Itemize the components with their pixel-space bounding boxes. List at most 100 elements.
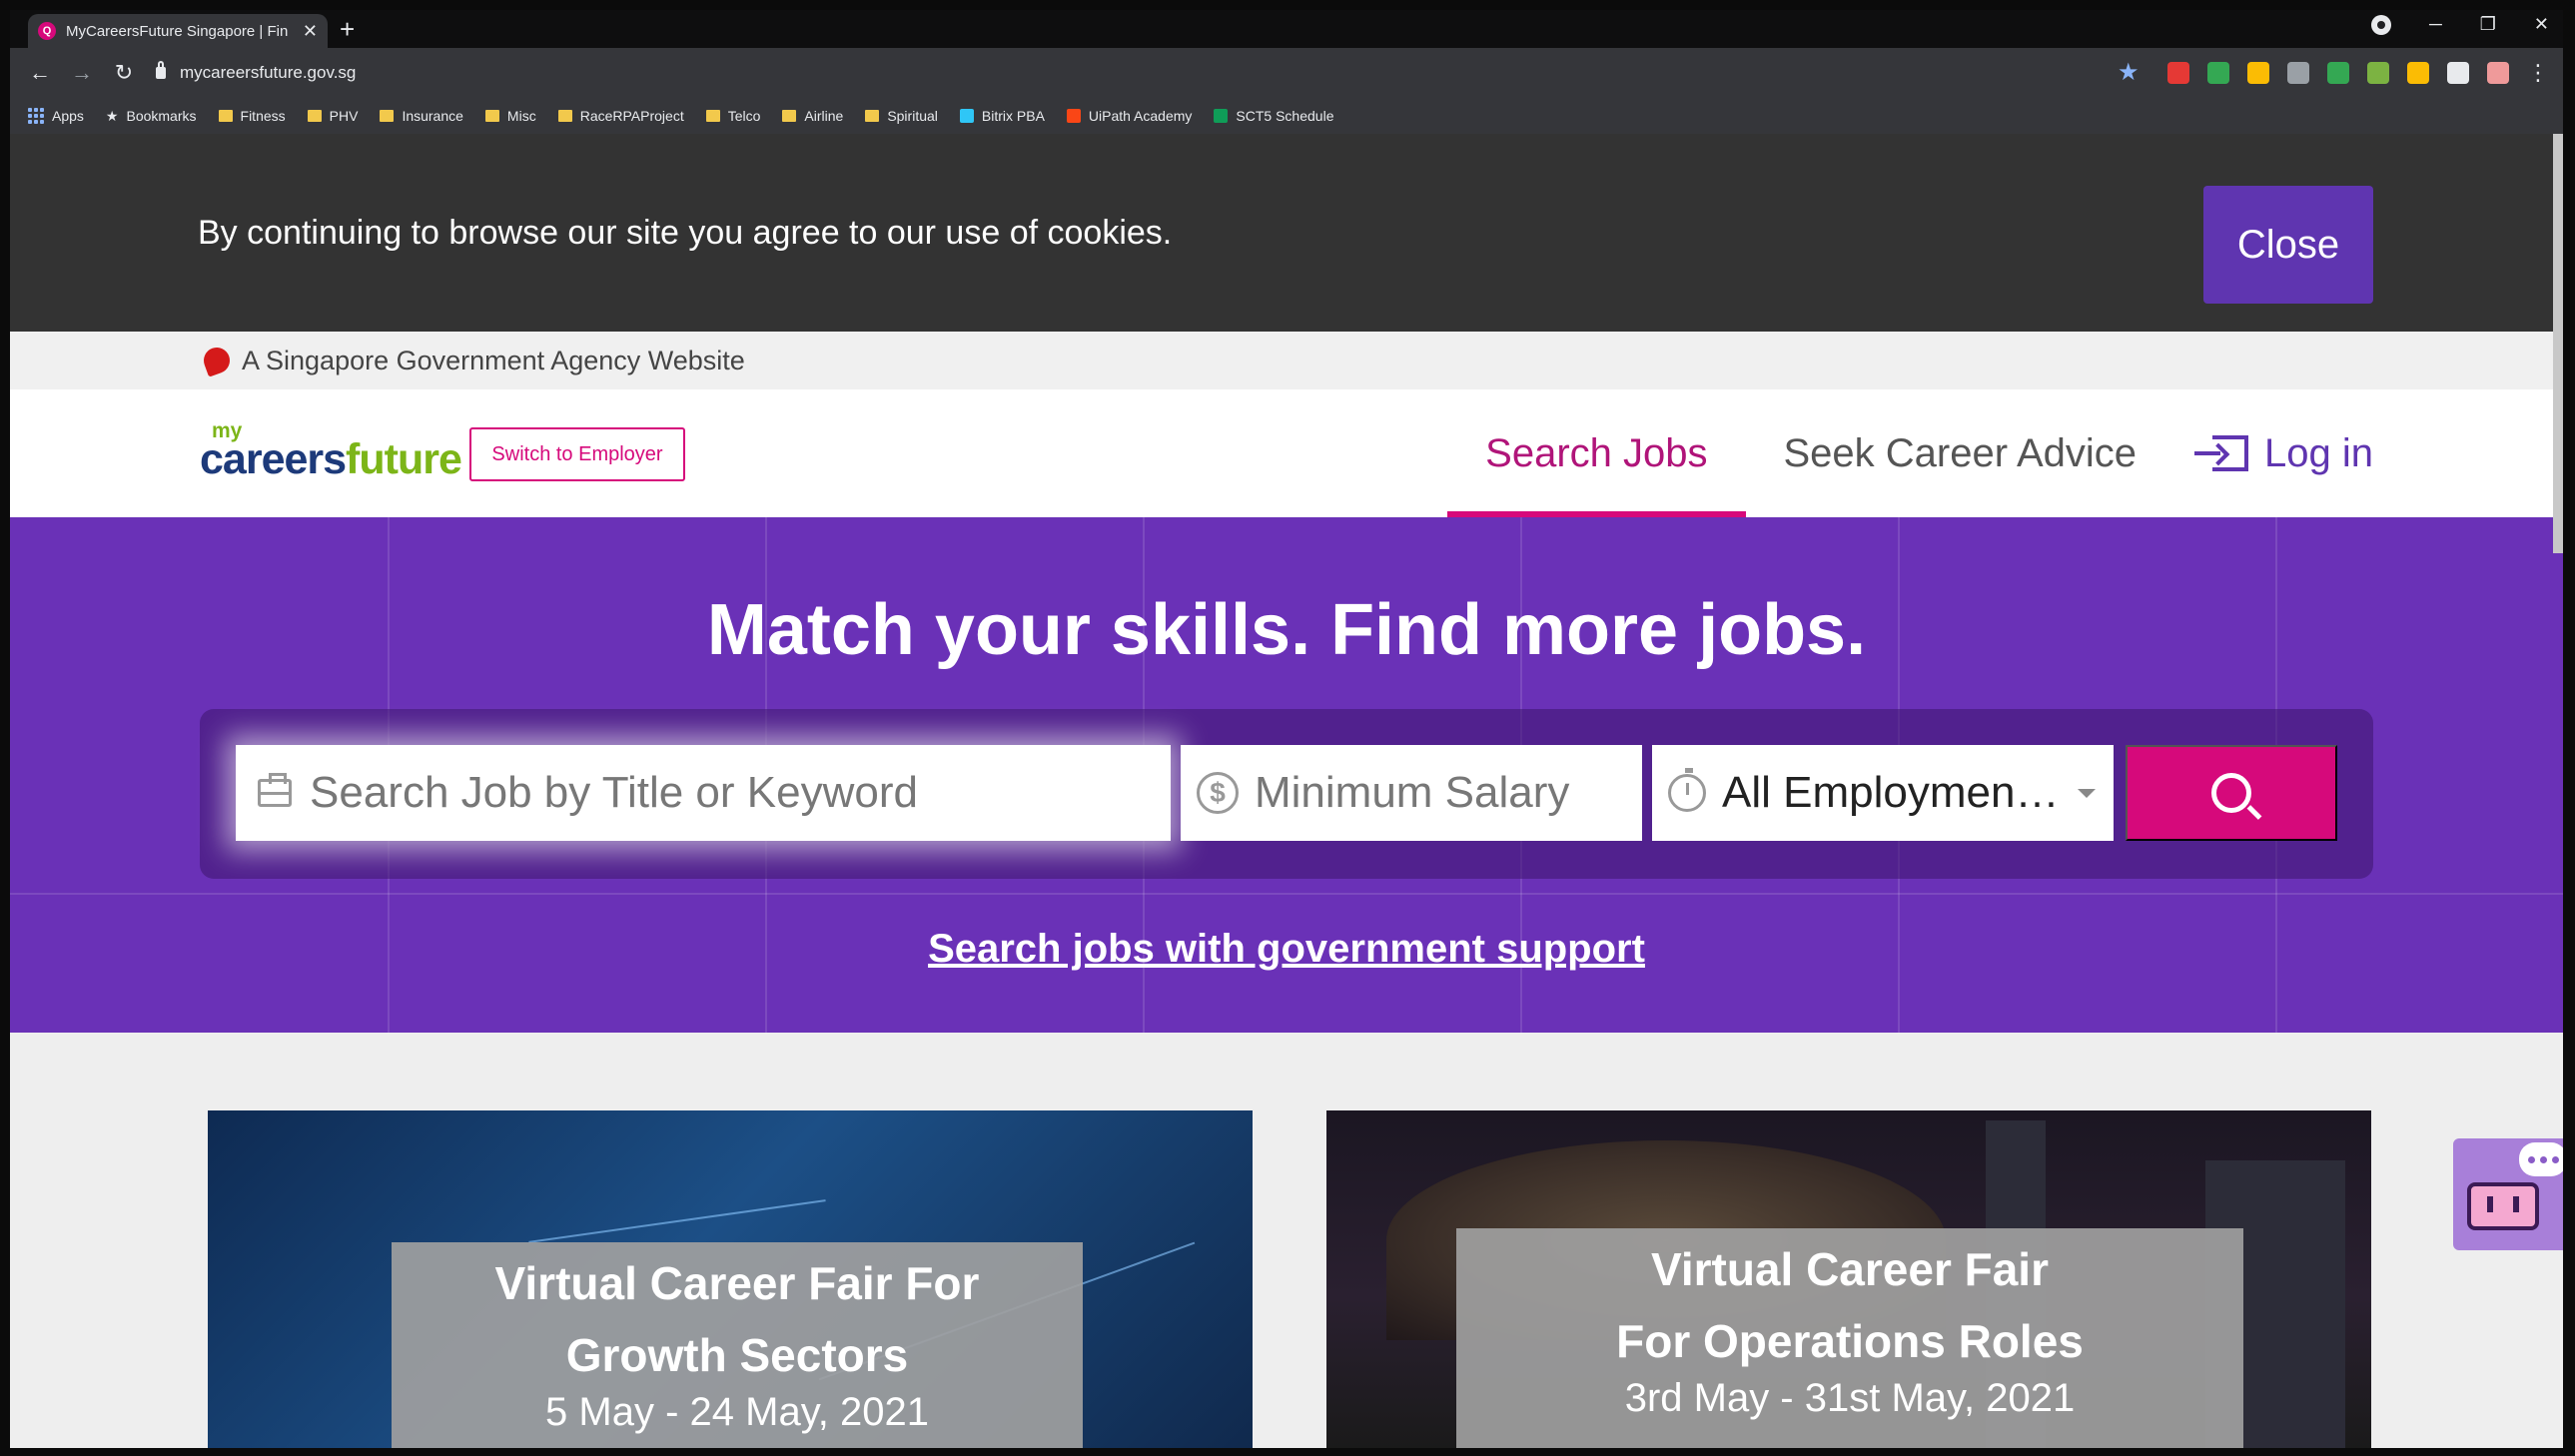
login-label: Log in [2264, 430, 2373, 475]
login-link[interactable]: Log in [2194, 430, 2373, 476]
search-icon [2211, 773, 2251, 813]
bookmark-item[interactable]: Apps [28, 108, 84, 124]
lock-icon[interactable] [156, 61, 166, 79]
close-tab-icon[interactable]: ✕ [303, 22, 318, 40]
logo-careers-text: careers [200, 435, 347, 483]
media-control-icon[interactable] [2371, 14, 2391, 35]
tab-title: MyCareersFuture Singapore | Fin [66, 22, 289, 40]
gov-masthead-text: A Singapore Government Agency Website [242, 345, 745, 375]
dollar-icon: $ [1197, 772, 1239, 814]
card-title-line2: For Operations Roles [1616, 1315, 2084, 1367]
restore-icon[interactable]: ❐ [2480, 14, 2496, 35]
career-fair-card-growth[interactable]: Virtual Career Fair For Growth Sectors 5… [208, 1110, 1253, 1448]
hero-section: Match your skills. Find more jobs. Searc… [10, 517, 2563, 1033]
career-fair-card-operations[interactable]: Virtual Career Fair For Operations Roles… [1326, 1110, 2371, 1448]
minimum-salary-input[interactable]: $ Minimum Salary [1181, 745, 1642, 841]
url-text[interactable]: mycareersfuture.gov.sg [180, 63, 356, 83]
network-graphic [528, 1199, 826, 1243]
switch-to-employer-button[interactable]: Switch to Employer [469, 427, 685, 481]
hero-title: Match your skills. Find more jobs. [706, 590, 1867, 670]
employment-type-select[interactable]: All Employment... [1652, 745, 2114, 841]
back-icon[interactable]: ← [28, 60, 52, 86]
mycareersfuture-favicon-icon: Q [38, 22, 56, 40]
folder-icon [307, 110, 322, 122]
browser-window: Q MyCareersFuture Singapore | Fin ✕ + ─ … [10, 10, 2563, 1448]
web-page: By continuing to browse our site you agr… [10, 134, 2563, 1448]
bookmark-label: Insurance [402, 108, 463, 124]
gov-masthead: A Singapore Government Agency Website [10, 332, 2563, 389]
chevron-down-icon [2078, 788, 2096, 798]
window-controls: ─ ❐ ✕ [2371, 14, 2549, 35]
card-title-line1: Virtual Career Fair For [494, 1257, 980, 1309]
bookmark-item[interactable]: Misc [484, 108, 536, 124]
star-icon: ★ [105, 107, 119, 124]
bookmark-label: Apps [52, 108, 84, 124]
chatbot-launcher[interactable] [2453, 1138, 2563, 1250]
bookmark-star-icon[interactable]: ★ [2118, 58, 2140, 87]
extension-icon[interactable] [2487, 62, 2509, 84]
keyword-placeholder: Search Job by Title or Keyword [310, 768, 918, 817]
nav-seek-career-advice[interactable]: Seek Career Advice [1746, 389, 2175, 517]
bookmark-item[interactable]: SCT5 Schedule [1214, 108, 1333, 124]
bookmark-label: Misc [506, 108, 536, 124]
bookmark-item[interactable]: Insurance [380, 108, 463, 124]
bookmark-label: Spiritual [887, 108, 938, 124]
folder-icon [557, 110, 572, 122]
nav-search-jobs[interactable]: Search Jobs [1447, 389, 1746, 517]
bookmark-label: RaceRPAProject [579, 108, 684, 124]
site-header: my careersfuture Switch to Employer Sear… [10, 389, 2563, 517]
search-submit-button[interactable] [2126, 745, 2337, 841]
close-window-icon[interactable]: ✕ [2534, 14, 2549, 35]
singapore-lion-icon [200, 344, 234, 377]
stopwatch-icon [1668, 768, 1706, 812]
extension-icon[interactable] [2367, 62, 2389, 84]
minimize-icon[interactable]: ─ [2429, 14, 2442, 35]
cookie-message: By continuing to browse our site you agr… [198, 214, 1173, 252]
card-title-line1: Virtual Career Fair [1650, 1243, 2049, 1295]
extension-icon[interactable] [2327, 62, 2349, 84]
bookmark-label: SCT5 Schedule [1236, 108, 1334, 124]
card-date: 5 May - 24 May, 2021 [545, 1390, 929, 1434]
card-title-line2: Growth Sectors [565, 1329, 909, 1381]
folder-icon [865, 110, 880, 122]
browser-tab[interactable]: Q MyCareersFuture Singapore | Fin ✕ [28, 14, 328, 48]
extension-icon[interactable] [2407, 62, 2429, 84]
bookmark-label: Fitness [240, 108, 286, 124]
bookmark-item[interactable]: Spiritual [865, 108, 938, 124]
government-support-link[interactable]: Search jobs with government support [10, 927, 2563, 972]
bookmark-item[interactable]: RaceRPAProject [557, 108, 684, 124]
extension-icon[interactable] [2447, 62, 2469, 84]
extension-icon[interactable] [2207, 62, 2229, 84]
reload-icon[interactable]: ↻ [112, 60, 136, 86]
extension-icon[interactable] [2287, 62, 2309, 84]
bookmark-item[interactable]: Fitness [218, 108, 286, 124]
cookie-close-button[interactable]: Close [2203, 186, 2373, 304]
mycareersfuture-logo[interactable]: my careersfuture [200, 419, 462, 483]
logo-future-text: future [346, 435, 462, 483]
login-icon [2194, 435, 2249, 471]
card-date: 3rd May - 31st May, 2021 [1624, 1376, 2076, 1420]
extension-icon[interactable] [2247, 62, 2269, 84]
bookmark-label: Bitrix PBA [981, 108, 1045, 124]
sheets-icon [1214, 109, 1229, 123]
bookmark-item[interactable]: Airline [782, 108, 843, 124]
folder-icon [484, 110, 499, 122]
bookmark-label: Telco [727, 108, 761, 124]
bookmark-item[interactable]: PHV [307, 108, 358, 124]
uipath-icon [1066, 109, 1081, 123]
bookmark-item[interactable]: Bitrix PBA [959, 108, 1045, 124]
bookmark-item[interactable]: ★ Bookmarks [106, 108, 197, 125]
bookmark-item[interactable]: Telco [705, 108, 761, 124]
folder-icon [380, 110, 395, 122]
folder-icon [218, 110, 233, 122]
bookmark-label: Bookmarks [126, 108, 197, 124]
page-scrollbar[interactable] [2553, 134, 2563, 553]
extension-icon[interactable] [2167, 62, 2189, 84]
forward-icon[interactable]: → [70, 60, 94, 86]
browser-menu-icon[interactable]: ⋮ [2527, 60, 2549, 86]
new-tab-button[interactable]: + [340, 16, 355, 42]
keyword-search-input[interactable]: Search Job by Title or Keyword [236, 745, 1171, 841]
address-bar[interactable]: mycareersfuture.gov.sg [150, 56, 2123, 90]
briefcase-icon [258, 773, 292, 807]
bookmark-item[interactable]: UiPath Academy [1066, 108, 1192, 124]
